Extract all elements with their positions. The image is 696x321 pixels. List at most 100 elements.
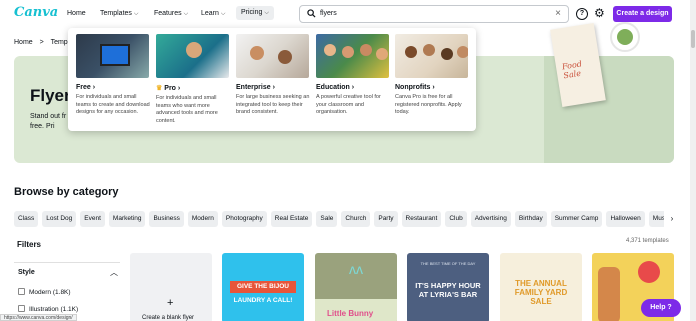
category-chip[interactable]: Advertising xyxy=(470,211,511,227)
blank-card-label: Create a blank flyer xyxy=(142,315,195,321)
chevron-down-icon: ⌵ xyxy=(264,10,269,16)
chevron-down-icon: ⌵ xyxy=(183,11,189,17)
category-chip[interactable]: Modern xyxy=(187,211,218,227)
chevron-down-icon: ⌵ xyxy=(133,11,139,17)
pricing-title-text: Free xyxy=(76,84,91,91)
category-chip[interactable]: Summer Camp xyxy=(550,211,603,227)
template-card-laundry[interactable]: GIVE THE BIJOU LAUNDRY A CALL! xyxy=(222,253,304,321)
category-chips: Class Lost Dog Event Marketing Business Moder… xyxy=(14,211,680,228)
nav-pricing[interactable]: Pricing ⌵ xyxy=(236,6,274,20)
filter-option-label: Illustration xyxy=(29,306,59,313)
browse-title: Browse by category xyxy=(14,186,119,198)
help-icon[interactable]: ? xyxy=(576,8,588,20)
pricing-item-desc: Canva Pro is free for all registered non… xyxy=(395,94,462,115)
checkbox[interactable] xyxy=(18,288,25,295)
category-chip[interactable]: Halloween xyxy=(606,211,645,227)
category-chip[interactable]: Church xyxy=(341,211,371,227)
nav-learn[interactable]: Learn ⌵ xyxy=(201,10,225,18)
scrollbar-track[interactable] xyxy=(690,0,696,321)
nav-learn-label: Learn xyxy=(201,10,219,17)
category-chip[interactable]: Club xyxy=(445,211,467,227)
pricing-item-desc: A powerful creative tool for your classr… xyxy=(316,94,381,115)
category-chip[interactable]: Restaurant xyxy=(401,211,442,227)
category-chip[interactable]: Lost Dog xyxy=(42,211,77,227)
category-chip[interactable]: Party xyxy=(374,211,398,227)
category-chip[interactable]: Photography xyxy=(221,211,267,227)
breadcrumb-separator: > xyxy=(39,39,44,46)
pricing-item-title: ♛ Pro › xyxy=(156,85,181,92)
bunny-icon: ʌʌ xyxy=(349,261,363,277)
filter-option-count: (1.8K) xyxy=(52,289,71,296)
pro-plan-image xyxy=(156,34,229,78)
help-button[interactable]: Help ? xyxy=(641,299,681,317)
pricing-item-desc: For individuals and small teams who want… xyxy=(156,95,218,124)
pricing-item-education[interactable]: Education › A powerful creative tool for… xyxy=(316,34,390,117)
category-chip[interactable]: Marketing xyxy=(108,211,146,227)
status-bar-url: https://www.canva.com/design/ xyxy=(0,314,77,321)
templates-count: 4,371 templates xyxy=(626,238,669,244)
pricing-dropdown: Free › For individuals and small teams t… xyxy=(68,28,476,131)
category-chip[interactable]: Business xyxy=(149,211,184,227)
pricing-item-title: Free › xyxy=(76,84,96,91)
breadcrumb-home[interactable]: Home xyxy=(14,39,33,46)
breadcrumb: Home > Templ xyxy=(14,39,74,46)
checkbox[interactable] xyxy=(18,305,25,312)
education-plan-image xyxy=(316,34,389,78)
search-input[interactable]: flyers xyxy=(320,10,337,17)
nav-features[interactable]: Features ⌵ xyxy=(154,10,188,18)
filter-option-illustration[interactable]: Illustration (1.1K) xyxy=(18,305,78,313)
heart-icon xyxy=(638,261,660,283)
pricing-item-nonprofits[interactable]: Nonprofits › Canva Pro is free for all r… xyxy=(395,34,469,117)
filter-option-modern[interactable]: Modern (1.8K) xyxy=(18,288,71,296)
chevron-up-icon[interactable]: ︿ xyxy=(110,267,118,278)
template-text: Little Bunny xyxy=(327,309,374,318)
giraffe-illustration xyxy=(598,267,620,321)
salad-bowl-image xyxy=(610,22,640,52)
category-chip[interactable]: Birthday xyxy=(514,211,547,227)
category-chip[interactable]: Event xyxy=(80,211,105,227)
nav-pricing-label: Pricing xyxy=(241,9,263,16)
filter-panel: Style ︿ Modern (1.8K) Illustration (1.1K… xyxy=(14,262,120,321)
nav-templates[interactable]: Templates ⌵ xyxy=(100,10,138,18)
template-card-yard-sale[interactable]: THE ANNUAL FAMILY YARD SALE xyxy=(500,253,582,321)
pricing-item-pro[interactable]: ♛ Pro › For individuals and small teams w… xyxy=(156,34,230,125)
nav-templates-label: Templates xyxy=(100,10,132,17)
create-blank-flyer-card[interactable]: + Create a blank flyer xyxy=(130,253,212,321)
canva-logo[interactable]: Canva xyxy=(14,5,58,20)
filter-style-label[interactable]: Style xyxy=(18,269,35,276)
template-text: THE ANNUAL FAMILY YARD SALE xyxy=(514,279,568,306)
category-chip[interactable]: Sale xyxy=(316,211,338,227)
clear-search-icon[interactable]: × xyxy=(555,8,561,19)
create-design-button[interactable]: Create a design xyxy=(613,6,672,22)
category-chip[interactable]: Class xyxy=(14,211,39,227)
template-subtext: THE BEST TIME OF THE DAY xyxy=(420,261,476,266)
breadcrumb-current[interactable]: Templ xyxy=(51,39,70,46)
pricing-item-desc: For large business seeking an integrated… xyxy=(236,94,310,115)
pricing-item-free[interactable]: Free › For individuals and small teams t… xyxy=(76,34,150,117)
template-text: IT'S HAPPY HOUR AT LYRIA'S BAR xyxy=(415,281,481,299)
pricing-title-text: Nonprofits xyxy=(395,84,431,91)
pricing-title-text: Enterprise xyxy=(236,84,271,91)
gear-icon[interactable]: ⚙ xyxy=(594,6,605,20)
nav-home[interactable]: Home xyxy=(67,10,86,17)
nav-features-label: Features xyxy=(154,10,182,17)
enterprise-plan-image xyxy=(236,34,309,78)
scrollbar-thumb[interactable] xyxy=(691,30,695,48)
nonprofits-plan-image xyxy=(395,34,468,78)
pricing-title-text: Education xyxy=(316,84,350,91)
pricing-item-title: Nonprofits › xyxy=(395,84,435,91)
template-text: GIVE THE BIJOU xyxy=(230,281,296,293)
pricing-item-title: Enterprise › xyxy=(236,84,275,91)
pricing-item-enterprise[interactable]: Enterprise › For large business seeking … xyxy=(236,34,310,117)
category-chip[interactable]: Real Estate xyxy=(270,211,313,227)
chevron-right-icon[interactable]: › xyxy=(664,211,680,227)
search-box[interactable]: flyers × xyxy=(299,5,569,23)
template-text: LAUNDRY A CALL! xyxy=(233,297,293,304)
pricing-title-text: Pro xyxy=(164,85,176,92)
free-plan-image xyxy=(76,34,149,78)
filters-title: Filters xyxy=(17,240,42,249)
flyer-card-text: Food Sale xyxy=(561,59,583,81)
template-card-happy-hour[interactable]: THE BEST TIME OF THE DAY IT'S HAPPY HOUR… xyxy=(407,253,489,321)
search-icon xyxy=(307,9,316,18)
template-card-bunny[interactable]: ʌʌ Little Bunny xyxy=(315,253,397,321)
